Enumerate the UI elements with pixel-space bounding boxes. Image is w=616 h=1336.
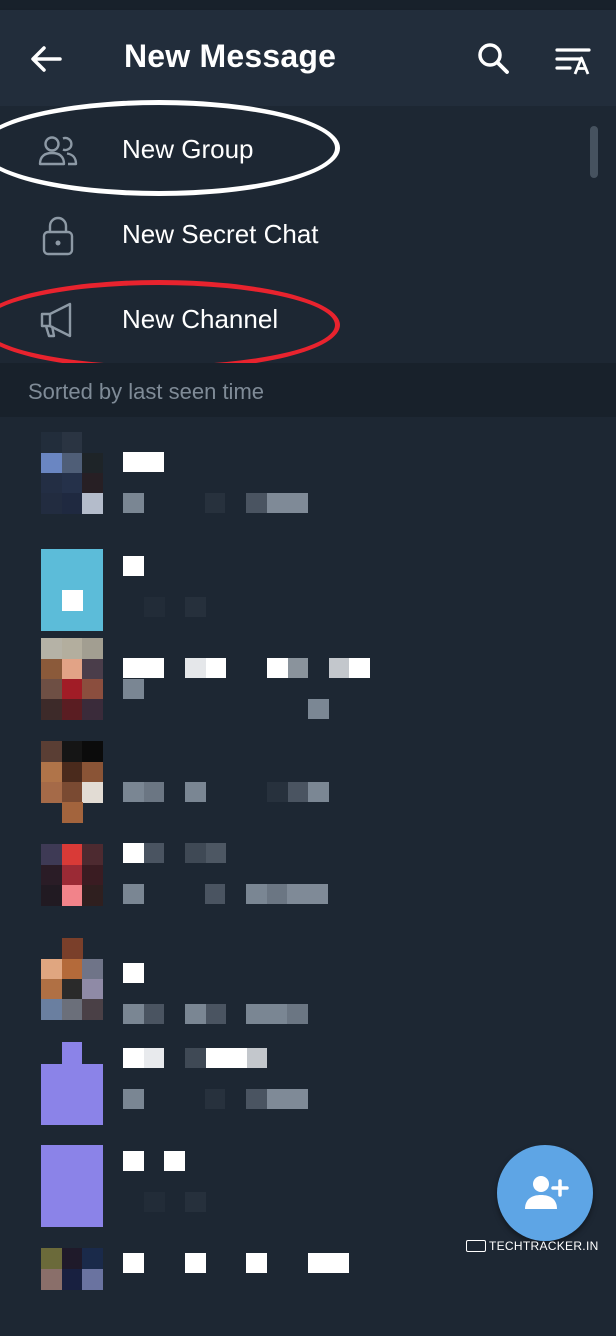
back-button[interactable] xyxy=(22,34,72,84)
app-header: New Message xyxy=(0,10,616,106)
sort-button[interactable] xyxy=(548,34,602,88)
arrow-left-icon xyxy=(31,46,62,72)
watermark: TECHTRACKER.IN xyxy=(466,1238,599,1254)
new-channel-label: New Channel xyxy=(122,304,279,334)
add-contact-button[interactable] xyxy=(497,1145,593,1241)
avatar xyxy=(41,1248,103,1330)
scrollbar-thumb[interactable] xyxy=(590,126,598,178)
avatar xyxy=(41,535,103,631)
sort-by-name-icon xyxy=(555,48,591,75)
group-icon xyxy=(36,128,80,172)
contact-row[interactable] xyxy=(0,829,616,932)
new-channel-item[interactable]: New Channel xyxy=(0,276,616,361)
search-icon xyxy=(478,43,509,74)
avatar xyxy=(41,1145,103,1227)
new-group-label: New Group xyxy=(122,134,254,164)
avatar xyxy=(41,432,103,514)
new-group-item[interactable]: New Group xyxy=(0,106,616,191)
contact-row[interactable] xyxy=(0,923,616,1026)
new-message-menu: New Group New Secret Chat New Channel xyxy=(0,106,616,362)
section-label: Sorted by last seen time xyxy=(28,379,265,404)
status-bar xyxy=(0,0,616,10)
section-header: Sorted by last seen time xyxy=(0,363,616,417)
contact-row[interactable] xyxy=(0,726,616,829)
contact-row[interactable] xyxy=(0,623,616,726)
new-secret-chat-label: New Secret Chat xyxy=(122,219,319,249)
avatar xyxy=(41,638,103,720)
lock-icon xyxy=(36,213,80,257)
contact-row[interactable] xyxy=(0,1027,616,1130)
add-contact-icon xyxy=(525,1176,569,1209)
avatar xyxy=(41,741,103,823)
contact-row[interactable] xyxy=(0,520,616,631)
search-button[interactable] xyxy=(468,34,518,84)
contact-row[interactable] xyxy=(0,417,616,520)
megaphone-icon xyxy=(36,298,80,342)
avatar xyxy=(41,938,103,1020)
avatar xyxy=(41,1042,103,1125)
page-title: New Message xyxy=(124,38,337,74)
browser-window-icon xyxy=(466,1240,486,1252)
new-secret-chat-item[interactable]: New Secret Chat xyxy=(0,191,616,276)
avatar xyxy=(41,844,103,926)
watermark-text: TECHTRACKER.IN xyxy=(489,1239,599,1253)
